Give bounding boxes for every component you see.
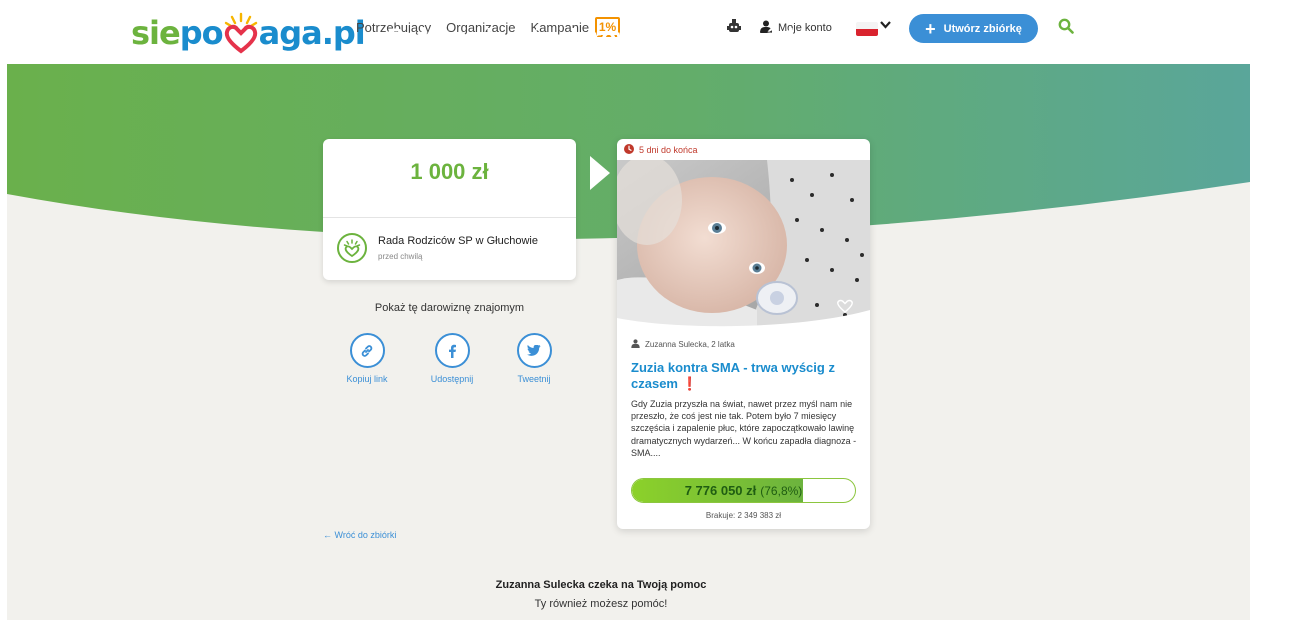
page-title: Potwierdzenie darowizny na zbiórkę — [387, 24, 815, 52]
campaign-description: Gdy Zuzia przyszła na świat, nawet przez… — [631, 399, 857, 458]
facebook-share-label: Udostępnij — [430, 374, 474, 384]
donation-card: 1 000 zł Rada Rodziców SP w Głuchowie pr… — [323, 139, 576, 280]
link-icon — [349, 333, 385, 368]
progress-bar: 7 776 050 zł (76,8%) — [631, 478, 856, 503]
facebook-icon — [434, 333, 470, 368]
arrow-right-icon — [590, 156, 610, 190]
copy-link-label: Kopiuj link — [346, 374, 388, 384]
help-subtitle: Ty również możesz pomóc! — [534, 598, 668, 610]
campaign-title[interactable]: Zuzia kontra SMA - trwa wyścig z czasem … — [631, 360, 859, 392]
donor-avatar-icon — [337, 233, 367, 263]
campaign-author: Zuzanna Sulecka, 2 latka — [631, 339, 735, 350]
share-title: Pokaż tę darowiznę znajomym — [374, 302, 525, 314]
arrow-left-icon: ← — [323, 530, 332, 540]
twitter-icon — [516, 333, 552, 368]
raised-percent: (76,8%) — [760, 483, 803, 498]
donor-name: Rada Rodziców SP w Głuchowie — [378, 235, 538, 247]
exclamation-icon: ❗ — [681, 376, 698, 391]
campaign-photo[interactable] — [617, 160, 870, 328]
campaign-card[interactable]: 5 dni do końca Zuzanna Sulecka, 2 latka … — [617, 139, 870, 529]
facebook-share-button[interactable]: Udostępnij — [422, 333, 482, 384]
days-left: 5 dni do końca — [624, 144, 698, 156]
back-to-fundraiser-link[interactable]: ← Wróć do zbiórki — [323, 530, 396, 540]
twitter-share-label: Tweetnij — [517, 374, 551, 384]
back-link-label: Wróć do zbiórki — [334, 530, 397, 540]
raised-amount: 7 776 050 zł — [684, 483, 757, 498]
campaign-title-text: Zuzia kontra SMA - trwa wyścig z czasem — [631, 360, 835, 391]
help-title: Zuzanna Sulecka czeka na Twoją pomoc — [495, 579, 707, 591]
donation-time: przed chwilą — [378, 252, 423, 261]
user-icon — [631, 339, 640, 350]
donation-amount: 1 000 zł — [410, 159, 489, 184]
missing-amount: Brakuje: 2 349 383 zł — [705, 511, 782, 520]
days-left-label: 5 dni do końca — [639, 145, 698, 155]
copy-link-button[interactable]: Kopiuj link — [337, 333, 397, 384]
twitter-share-button[interactable]: Tweetnij — [504, 333, 564, 384]
clock-icon — [624, 144, 634, 156]
divider — [323, 217, 576, 218]
author-label: Zuzanna Sulecka, 2 latka — [645, 340, 735, 349]
